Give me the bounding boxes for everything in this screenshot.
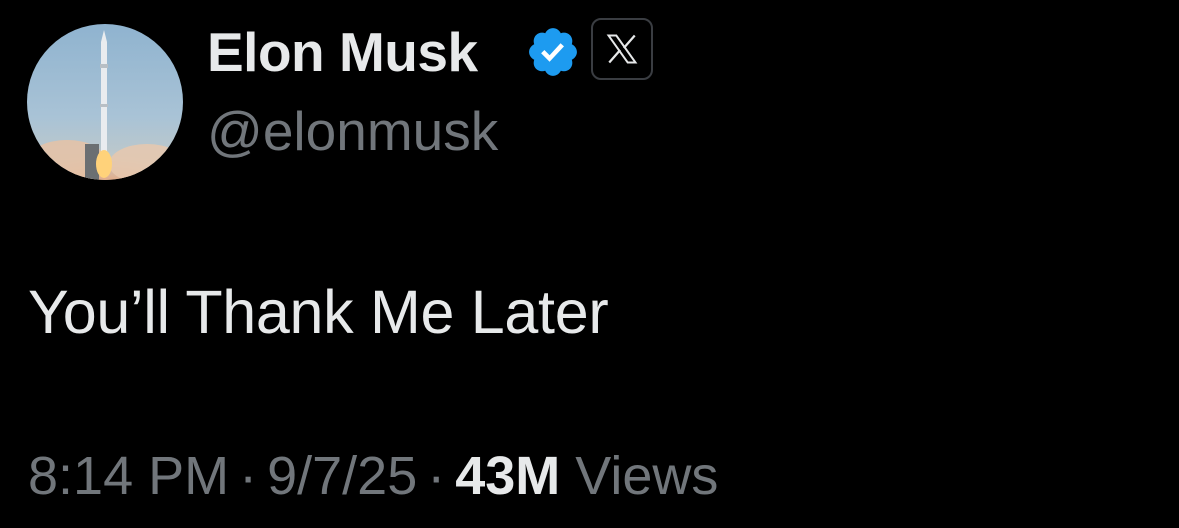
tweet-time[interactable]: 8:14 PM <box>28 446 229 506</box>
tweet-date[interactable]: 9/7/25 <box>267 446 417 506</box>
verified-badge-icon[interactable] <box>525 24 581 80</box>
display-name[interactable]: Elon Musk <box>207 16 478 88</box>
separator-dot: · <box>427 446 446 506</box>
views-count[interactable]: 43M <box>455 446 560 506</box>
rocket-launch-avatar-image <box>27 24 183 180</box>
user-handle[interactable]: @elonmusk <box>207 96 498 166</box>
separator-dot: · <box>239 446 258 506</box>
tweet-metadata: 8:14 PM · 9/7/25 · 43M Views <box>28 440 718 512</box>
x-logo-icon[interactable] <box>591 18 653 80</box>
avatar[interactable] <box>27 24 183 180</box>
tweet-text: You’ll Thank Me Later <box>28 278 609 346</box>
views-label: Views <box>575 446 719 506</box>
